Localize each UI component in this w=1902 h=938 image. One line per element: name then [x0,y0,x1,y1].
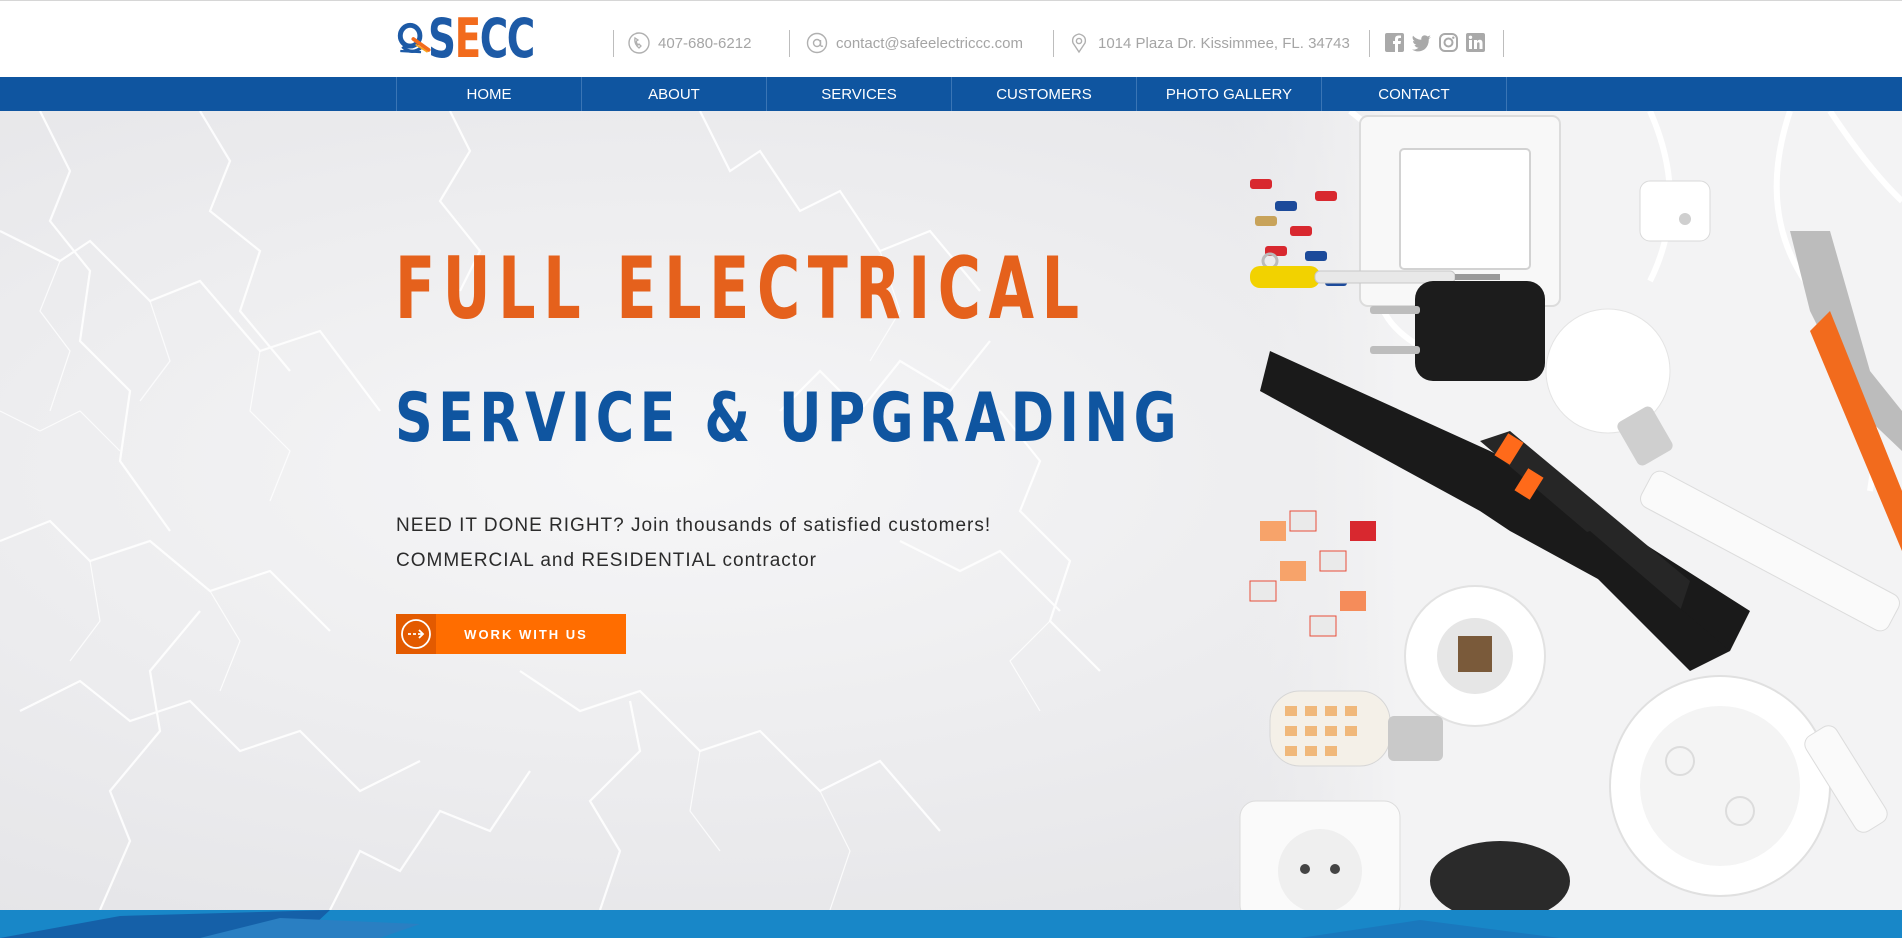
header-divider [1503,30,1504,57]
phone-icon [628,32,650,54]
strip-decoration [0,910,1560,938]
hero-section: FULL ELECTRICAL SERVICE & UPGRADING NEED… [0,111,1902,910]
facebook-icon[interactable] [1384,32,1405,53]
linkedin-icon[interactable] [1465,32,1486,53]
hero-headline-primary: FULL ELECTRICAL [395,239,1087,339]
arrow-circle-icon [396,614,436,654]
hero-subtext-line-2: COMMERCIAL and RESIDENTIAL contractor [396,550,817,571]
instagram-icon[interactable] [1438,32,1459,53]
hero-subtext: NEED IT DONE RIGHT? Join thousands of sa… [396,508,991,578]
logo-coil-icon [397,22,431,54]
nav-services[interactable]: SERVICES [766,77,951,111]
phone-text: 407-680-6212 [658,34,752,52]
nav-about[interactable]: ABOUT [581,77,766,111]
nav-photo-gallery[interactable]: PHOTO GALLERY [1136,77,1321,111]
hero-headline-secondary: SERVICE & UPGRADING [395,379,1182,458]
next-section-strip [0,910,1902,938]
logo-text: SECC [427,7,535,70]
header-divider [1053,30,1054,57]
address-text: 1014 Plaza Dr. Kissimmee, FL. 34743 [1098,34,1350,52]
email-contact[interactable]: contact@safeelectriccc.com [806,29,1023,57]
header-divider [789,30,790,57]
at-sign-icon [806,32,828,54]
work-with-us-label: WORK WITH US [464,626,588,642]
main-nav: HOME ABOUT SERVICES CUSTOMERS PHOTO GALL… [0,77,1902,111]
nav-customers[interactable]: CUSTOMERS [951,77,1136,111]
phone-contact[interactable]: 407-680-6212 [628,29,751,57]
logo[interactable]: SECC [397,9,575,69]
top-header: SECC 407-680-6212 contact@safeelectriccc… [0,0,1902,78]
hero-subtext-line-1: NEED IT DONE RIGHT? Join thousands of sa… [396,515,992,536]
email-text: contact@safeelectriccc.com [836,34,1023,52]
twitter-icon[interactable] [1411,32,1432,53]
nav-home[interactable]: HOME [396,77,581,111]
header-divider [613,30,614,57]
electrical-tools-image [1230,111,1902,910]
header-divider [1369,30,1370,57]
work-with-us-button[interactable]: WORK WITH US [396,614,626,654]
social-links [1384,32,1486,53]
nav-contact[interactable]: CONTACT [1321,77,1507,111]
map-pin-icon [1071,33,1087,54]
address-contact[interactable]: 1014 Plaza Dr. Kissimmee, FL. 34743 [1068,29,1350,57]
